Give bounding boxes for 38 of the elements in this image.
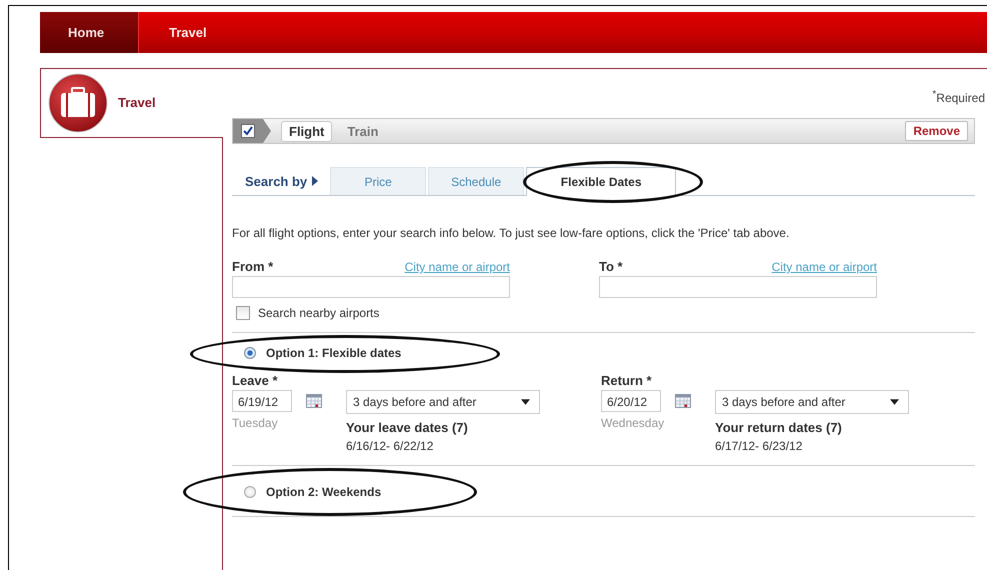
search-by-label: Search by: [245, 174, 308, 188]
caret-icon: [521, 399, 530, 405]
search-tab[interactable]: Flexible Dates: [526, 167, 676, 196]
input-field[interactable]: [232, 276, 510, 298]
option-label: Option 1: Flexible dates: [266, 346, 402, 360]
calendar-icon[interactable]: [306, 394, 322, 408]
dates-range-text: 6/16/12- 6/22/12: [346, 439, 434, 453]
mode-tab[interactable]: Train: [340, 122, 386, 140]
nav-tab[interactable]: Travel: [138, 12, 228, 53]
dates-range-text: 6/17/12- 6/23/12: [715, 439, 804, 453]
date-field[interactable]: 6/20/12: [601, 390, 661, 412]
triangle-icon: [312, 176, 318, 186]
option-label: Option 2: Weekends: [266, 485, 382, 499]
field-label: Leave *: [232, 373, 279, 388]
sidebar-title: Travel: [118, 95, 156, 110]
field-label: To *: [599, 259, 623, 274]
mode-tab[interactable]: Flight: [281, 120, 332, 142]
weekday-text: Tuesday: [232, 416, 279, 430]
nav-tab[interactable]: Home: [40, 12, 138, 53]
range-dropdown[interactable]: 3 days before and after: [346, 390, 540, 414]
field-label: Return *: [601, 373, 653, 388]
radio-button[interactable]: [244, 347, 256, 359]
dates-summary-title: Your return dates (7): [715, 420, 843, 435]
field-label: From *: [232, 259, 274, 274]
radio-button[interactable]: [244, 486, 256, 498]
checkbox[interactable]: [236, 306, 250, 320]
required-note: $^{*}$Required: [932, 89, 985, 105]
checkbox[interactable]: [241, 124, 255, 138]
range-dropdown[interactable]: 3 days before and after: [715, 390, 909, 414]
intro-text: For all flight options, enter your search info below. To just see low-fare options, click the 'Price' tab above.: [232, 226, 790, 240]
caret-icon: [890, 399, 899, 405]
input-field[interactable]: [599, 276, 877, 298]
calendar-icon[interactable]: [675, 394, 691, 408]
remove-button[interactable]: Remove: [905, 121, 968, 141]
suitcase-icon: [48, 73, 108, 133]
checkbox-label: Search nearby airports: [258, 306, 380, 320]
dates-summary-title: Your leave dates (7): [346, 420, 469, 435]
date-field[interactable]: 6/19/12: [232, 390, 292, 412]
